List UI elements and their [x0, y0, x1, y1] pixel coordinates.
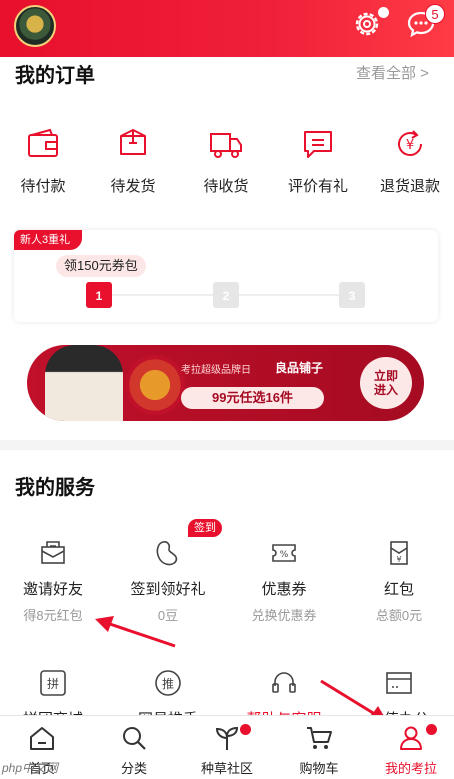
tab-label: 种草社区 [200, 761, 253, 776]
search-icon [123, 727, 146, 750]
tab-cart[interactable]: 购物车 [274, 724, 364, 777]
svg-text:推: 推 [162, 677, 174, 691]
community-notice-dot [240, 724, 251, 735]
services-title: 我的服务 [15, 477, 95, 499]
order-item-label: 待发货 [110, 178, 156, 195]
banner-tagline: 考拉超级品牌日 [181, 365, 251, 376]
top-header: 5 [0, 0, 454, 57]
gift-step-1-icon[interactable]: 1 [86, 282, 112, 308]
service-sign-in[interactable]: 签到领好礼 0豆 [111, 538, 225, 624]
envelope-icon [41, 541, 65, 564]
order-item-to-receive[interactable]: 待收货 [181, 127, 271, 196]
service-coupons[interactable]: % 优惠券 兑换优惠券 [227, 538, 341, 624]
order-item-label: 待收货 [203, 178, 249, 195]
banner-cta-line1: 立即 [373, 369, 398, 383]
banner-cta-line2: 进入 [373, 383, 398, 397]
sprout-icon [215, 726, 239, 750]
watermark-text: php中文网 [2, 761, 59, 775]
service-sub: 总额0元 [375, 608, 423, 623]
user-icon [400, 726, 422, 750]
order-item-to-ship[interactable]: 待发货 [88, 127, 178, 196]
coupon-bubble: 领150元券包 [56, 255, 146, 277]
order-status-row: 待付款 待发货 待收货 评价有礼 ¥ 退货退款 [0, 127, 454, 202]
order-item-review[interactable]: 评价有礼 [273, 127, 363, 196]
box-icon [120, 129, 146, 155]
pin-icon: 拼 [40, 670, 66, 696]
order-item-unpaid[interactable]: 待付款 [0, 127, 88, 196]
bottom-tab-bar: 首页 分类 种草社区 购物车 我的考拉 [0, 715, 454, 779]
truck-icon [210, 133, 242, 158]
svg-text:¥: ¥ [396, 555, 401, 564]
settings-notice-dot [378, 7, 389, 18]
tab-label: 购物车 [299, 761, 339, 776]
see-all-orders-link[interactable]: 查看全部 > [356, 62, 429, 83]
svg-text:拼: 拼 [47, 677, 59, 691]
tab-category[interactable]: 分类 [89, 724, 179, 777]
bean-icon [156, 541, 178, 566]
banner-offer: 99元任选16件 [181, 387, 324, 409]
coupon-icon: % [272, 544, 296, 562]
banner-model-image [45, 345, 123, 421]
avatar[interactable] [14, 5, 56, 47]
my-kaola-notice-dot [426, 724, 437, 735]
banner-brand: 良品铺子 [275, 361, 324, 375]
tab-label: 分类 [120, 761, 147, 776]
service-sub: 得8元红包 [23, 608, 83, 623]
red-packet-icon: ¥ [390, 541, 408, 565]
banner-food-image [125, 355, 185, 415]
comment-icon [304, 131, 332, 158]
service-sub: 兑换优惠券 [251, 608, 317, 623]
service-name: 签到领好礼 [130, 581, 206, 598]
card-icon [386, 672, 412, 694]
newbie-tag: 新人3重礼 [14, 230, 83, 250]
service-sub: 0豆 [157, 608, 179, 623]
service-name: 优惠券 [261, 581, 307, 598]
service-name: 红包 [383, 581, 414, 598]
tab-my-kaola[interactable]: 我的考拉 [366, 724, 454, 777]
refund-icon: ¥ [398, 130, 422, 156]
promo-banner[interactable]: 考拉超级品牌日 良品铺子 99元任选16件 立即 进入 [27, 345, 424, 421]
gift-step-2-icon[interactable]: 2 [213, 282, 239, 308]
section-divider [0, 440, 454, 450]
order-item-label: 待付款 [20, 178, 66, 195]
orders-title: 我的订单 [15, 65, 95, 87]
service-name: 邀请好友 [22, 581, 83, 598]
message-count-badge: 5 [425, 4, 445, 24]
order-item-refund[interactable]: ¥ 退货退款 [365, 127, 454, 196]
svg-text:%: % [280, 550, 289, 560]
tab-community[interactable]: 种草社区 [182, 724, 272, 777]
banner-enter-button[interactable]: 立即 进入 [360, 357, 412, 409]
order-item-label: 退货退款 [379, 178, 440, 195]
newbie-gift-card[interactable]: 新人3重礼 领150元券包 1 2 3 [14, 230, 438, 322]
service-invite-friends[interactable]: 邀请好友 得8元红包 [0, 538, 110, 624]
tab-label: 我的考拉 [384, 761, 437, 776]
sign-in-badge: 签到 [188, 519, 222, 537]
wallet-icon [28, 128, 58, 157]
order-item-label: 评价有礼 [287, 178, 348, 195]
gift-step-3-icon[interactable]: 3 [339, 282, 365, 308]
headset-icon [272, 672, 296, 693]
cart-icon [307, 727, 332, 749]
tui-icon: 推 [155, 670, 181, 696]
home-icon [30, 727, 54, 750]
svg-text:¥: ¥ [406, 138, 414, 153]
service-red-packet[interactable]: ¥ 红包 总额0元 [342, 538, 454, 624]
